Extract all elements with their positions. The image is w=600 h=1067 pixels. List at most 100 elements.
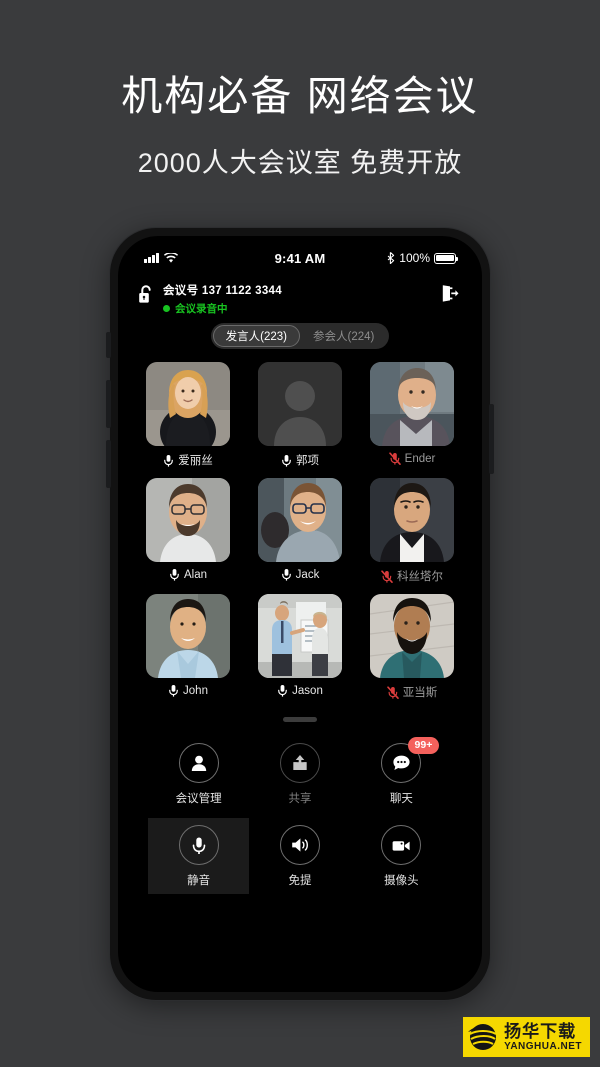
participant-tabs: 发言人(223) 参会人(224): [118, 323, 482, 349]
participant-avatar: [258, 478, 342, 562]
speaker-icon: [292, 838, 308, 852]
recording-status: 会议录音中: [163, 301, 440, 316]
control-label: 聊天: [389, 793, 413, 805]
participant-name: Alan: [183, 568, 208, 581]
recording-label: 会议录音中: [175, 303, 228, 315]
control-circle: [178, 743, 219, 783]
microphone-icon: [192, 837, 205, 854]
battery-full-icon: [434, 252, 459, 264]
meeting-controls: 会议管理 共享 99+ 聊天 静音 免提 摄像头: [118, 736, 482, 894]
control-circle: [178, 825, 219, 865]
signal-bars-icon: [144, 253, 159, 263]
battery-percent-label: 100%: [399, 251, 430, 265]
participant-name-row: Ender: [388, 452, 436, 465]
phone-mockup: 9:41 AM 100% 会议号 137 1122 3344 会议录音中 发言人…: [106, 228, 494, 1000]
share-upload-icon: [293, 755, 307, 770]
bluetooth-icon: [387, 252, 395, 264]
microphone-icon: [170, 569, 179, 581]
microphone-muted-icon: [386, 685, 399, 699]
chat-bubble-icon: [393, 755, 410, 770]
control-circle: [381, 825, 422, 865]
meeting-id: 会议号 137 1122 3344: [163, 285, 282, 297]
drag-handle[interactable]: [283, 717, 317, 722]
control-label: 摄像头: [384, 875, 419, 887]
participant-avatar: [146, 594, 230, 678]
volume-up-button[interactable]: [106, 380, 111, 428]
silent-switch-button[interactable]: [106, 332, 111, 358]
watermark-en-text: YANGHUA.NET: [504, 1040, 582, 1052]
control-circle: [279, 825, 320, 865]
participant-grid: 爱丽丝 郭项 Ender Alan Jack 科丝塔尔 John Jason 亚…: [140, 362, 460, 700]
sheet-handle-wrap: [118, 717, 482, 722]
promo-header: 机构必备 网络会议 2000人大会议室 免费开放: [0, 0, 600, 180]
control-label: 共享: [288, 793, 312, 805]
tab-speakers[interactable]: 发言人(223): [212, 325, 300, 347]
participant-name: John: [183, 684, 208, 697]
participant-tile[interactable]: Jack: [252, 478, 348, 584]
participant-avatar: [370, 362, 454, 446]
participant-name-row: 郭项: [281, 452, 319, 468]
participant-name-row: Jack: [281, 568, 320, 581]
participant-avatar: [146, 478, 230, 562]
participant-name: Jason: [292, 684, 323, 697]
control-camera[interactable]: 摄像头: [351, 818, 452, 894]
participant-name-row: 科丝塔尔: [381, 568, 443, 584]
participant-tile[interactable]: John: [140, 594, 236, 700]
chat-unread-badge: 99+: [407, 737, 440, 754]
microphone-icon: [278, 685, 288, 697]
participant-avatar: [258, 362, 342, 446]
participant-name: 亚当斯: [402, 687, 438, 699]
meeting-header: 会议号 137 1122 3344 会议录音中: [118, 276, 482, 316]
tab-attendees[interactable]: 参会人(224): [300, 325, 387, 347]
control-circle: 99+: [381, 737, 440, 783]
phone-screen: 9:41 AM 100% 会议号 137 1122 3344 会议录音中 发言人…: [118, 236, 482, 992]
participant-avatar: [146, 362, 230, 446]
microphone-muted-icon: [381, 569, 393, 583]
control-speaker[interactable]: 免提: [249, 818, 350, 894]
participant-name: 爱丽丝: [178, 455, 213, 467]
participant-avatar: [370, 594, 454, 678]
status-bar-time: 9:41 AM: [274, 250, 326, 266]
exit-meeting-icon[interactable]: [440, 283, 460, 303]
power-button[interactable]: [489, 404, 494, 474]
video-camera-icon: [392, 840, 410, 851]
status-bar: 9:41 AM 100%: [118, 236, 482, 276]
control-meeting-management[interactable]: 会议管理: [148, 736, 249, 812]
participant-tile[interactable]: 郭项: [252, 362, 348, 468]
watermark-cn-text: 扬华下载: [504, 1021, 577, 1041]
control-chat[interactable]: 99+ 聊天: [351, 736, 452, 812]
participant-avatar: [258, 594, 342, 678]
participant-tile[interactable]: 科丝塔尔: [364, 478, 460, 584]
microphone-icon: [282, 454, 291, 467]
participant-tile[interactable]: 亚当斯: [364, 594, 460, 700]
participant-name: Jack: [295, 568, 320, 581]
volume-down-button[interactable]: [106, 440, 111, 488]
participant-tile[interactable]: Ender: [364, 362, 460, 468]
participant-name: Ender: [404, 452, 436, 465]
person-icon: [191, 755, 206, 771]
participant-name-row: Jason: [277, 684, 323, 697]
participant-tile[interactable]: Jason: [252, 594, 348, 700]
control-label: 免提: [288, 875, 312, 887]
watermark: 扬华下载 YANGHUA.NET: [463, 1017, 590, 1057]
participant-name-row: 亚当斯: [386, 684, 438, 700]
placeholder-person-icon: [258, 362, 342, 446]
participant-name: 郭项: [296, 455, 319, 467]
participant-name-row: Alan: [169, 568, 207, 581]
participant-tile[interactable]: Alan: [140, 478, 236, 584]
controls-row-2: 静音 免提 摄像头: [148, 818, 452, 894]
microphone-icon: [164, 454, 174, 467]
participant-name: 科丝塔尔: [397, 571, 443, 583]
page-title: 机构必备 网络会议: [121, 73, 479, 119]
recording-dot-icon: [163, 305, 170, 312]
control-share[interactable]: 共享: [249, 736, 350, 812]
control-circle: [279, 743, 320, 783]
participant-avatar: [370, 478, 454, 562]
participant-name-row: 爱丽丝: [163, 452, 213, 468]
control-mute[interactable]: 静音: [148, 818, 250, 894]
participant-tile[interactable]: 爱丽丝: [140, 362, 236, 468]
globe-swoosh-icon: [468, 1024, 497, 1050]
participant-name-row: John: [168, 684, 208, 697]
control-label: 会议管理: [175, 793, 222, 805]
control-label: 静音: [187, 875, 211, 887]
